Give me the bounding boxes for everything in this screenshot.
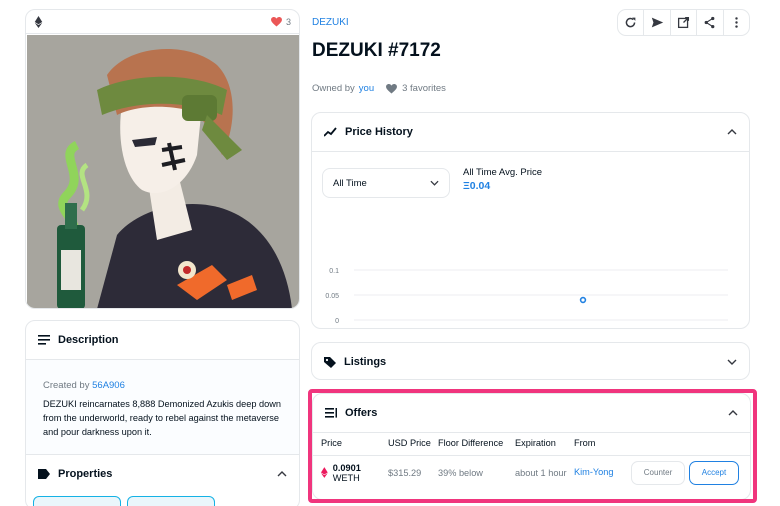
price-history-body: All Time All Time Avg. Price Ξ0.04 0.1 0.…	[312, 151, 749, 328]
y-tick-label: 0	[335, 318, 339, 325]
description-body: Created by 56A906 DEZUKI reincarnates 8,…	[26, 359, 299, 454]
trending-icon	[324, 127, 337, 137]
chevron-down-icon	[430, 180, 439, 186]
collection-link[interactable]: DEZUKI	[312, 17, 349, 28]
offers-title: Offers	[345, 407, 378, 419]
owned-by-label: Owned by	[312, 83, 355, 94]
item-title: DEZUKI #7172	[312, 40, 441, 61]
share-icon	[705, 16, 715, 29]
property-box[interactable]	[127, 496, 215, 506]
listings-panel: Listings	[311, 342, 750, 380]
ethereum-icon	[34, 15, 43, 28]
y-tick-label: 0.05	[325, 293, 339, 300]
price-history-title: Price History	[345, 126, 413, 138]
chevron-down-icon[interactable]	[727, 359, 737, 365]
offer-amount: 0.0901	[332, 462, 361, 473]
offers-panel: Offers Price USD Price Floor Difference …	[312, 393, 751, 500]
ownership-row: Owned by you 3 favorites	[312, 83, 446, 94]
image-topbar: 3	[26, 10, 299, 34]
description-title: Description	[58, 334, 119, 346]
col-floor-difference: Floor Difference	[438, 438, 504, 448]
properties-header[interactable]: Properties	[26, 454, 299, 492]
col-usd-price: USD Price	[388, 438, 431, 448]
description-panel: Description Created by 56A906 DEZUKI rei…	[25, 320, 300, 506]
property-box[interactable]	[33, 496, 121, 506]
owner-link[interactable]: you	[359, 83, 374, 94]
chevron-up-icon[interactable]	[728, 410, 738, 416]
list-icon	[325, 408, 337, 418]
external-link-icon	[677, 16, 690, 29]
listings-title: Listings	[344, 356, 387, 368]
nft-artwork[interactable]	[27, 35, 300, 309]
price-history-panel: Price History All Time All Time Avg. Pri…	[311, 112, 750, 329]
offer-floor-diff: 39% below	[438, 467, 483, 478]
avg-price-value: Ξ0.04	[463, 180, 491, 192]
description-header[interactable]: Description	[26, 321, 299, 359]
properties-title: Properties	[58, 467, 113, 480]
favorites-count: 3 favorites	[386, 83, 446, 94]
chevron-up-icon[interactable]	[727, 129, 737, 135]
property-boxes	[26, 492, 299, 506]
weth-icon	[321, 467, 328, 478]
description-text: DEZUKI reincarnates 8,888 Demonized Azuk…	[43, 399, 281, 437]
heart-icon	[386, 83, 398, 94]
more-button[interactable]	[724, 10, 749, 35]
chevron-up-icon[interactable]	[277, 470, 287, 477]
col-from: From	[574, 438, 596, 448]
col-price: Price	[321, 438, 342, 448]
creator-link[interactable]: 56A906	[92, 380, 125, 391]
nft-image-card: 3	[25, 9, 300, 309]
time-range-value: All Time	[333, 177, 367, 189]
price-history-chart: 0.10.0502/25	[325, 268, 728, 325]
offer-expiration: about 1 hour	[515, 467, 567, 478]
favorite-button[interactable]: 3	[271, 16, 291, 27]
accept-button[interactable]: Accept	[689, 460, 739, 485]
offer-from-link[interactable]: Kim-Yong	[574, 467, 614, 477]
external-link-button[interactable]	[671, 10, 698, 35]
offer-price: 0.0901 WETH	[313, 463, 388, 483]
refresh-icon	[625, 17, 636, 28]
offer-usd: $315.29	[388, 467, 422, 478]
counter-button[interactable]: Counter	[631, 460, 685, 485]
share-button[interactable]	[697, 10, 724, 35]
more-icon	[735, 17, 738, 28]
offers-header[interactable]: Offers	[313, 394, 750, 432]
avg-price-label: All Time Avg. Price	[463, 167, 543, 178]
item-toolbar	[617, 9, 750, 36]
y-tick-label: 0.1	[329, 268, 339, 275]
tag-icon	[38, 468, 50, 479]
time-range-select[interactable]: All Time	[322, 168, 450, 198]
offers-table-header: Price USD Price Floor Difference Expirat…	[313, 432, 750, 451]
table-row: 0.0901 WETH $315.29 39% below about 1 ho…	[313, 455, 750, 489]
data-point[interactable]	[579, 296, 587, 304]
offer-currency: WETH	[332, 472, 360, 483]
favorites-text: 3 favorites	[402, 83, 446, 94]
send-icon	[651, 17, 663, 28]
transfer-button[interactable]	[644, 10, 671, 35]
created-by-label: Created by	[43, 380, 90, 391]
text-lines-icon	[38, 335, 50, 345]
refresh-button[interactable]	[618, 10, 645, 35]
price-history-header[interactable]: Price History	[312, 113, 749, 151]
created-by: Created by 56A906	[43, 380, 282, 391]
col-expiration: Expiration	[515, 438, 556, 448]
listings-header[interactable]: Listings	[312, 343, 749, 381]
heart-icon	[271, 16, 282, 27]
favorite-count: 3	[285, 16, 291, 27]
tag-icon	[324, 356, 336, 368]
